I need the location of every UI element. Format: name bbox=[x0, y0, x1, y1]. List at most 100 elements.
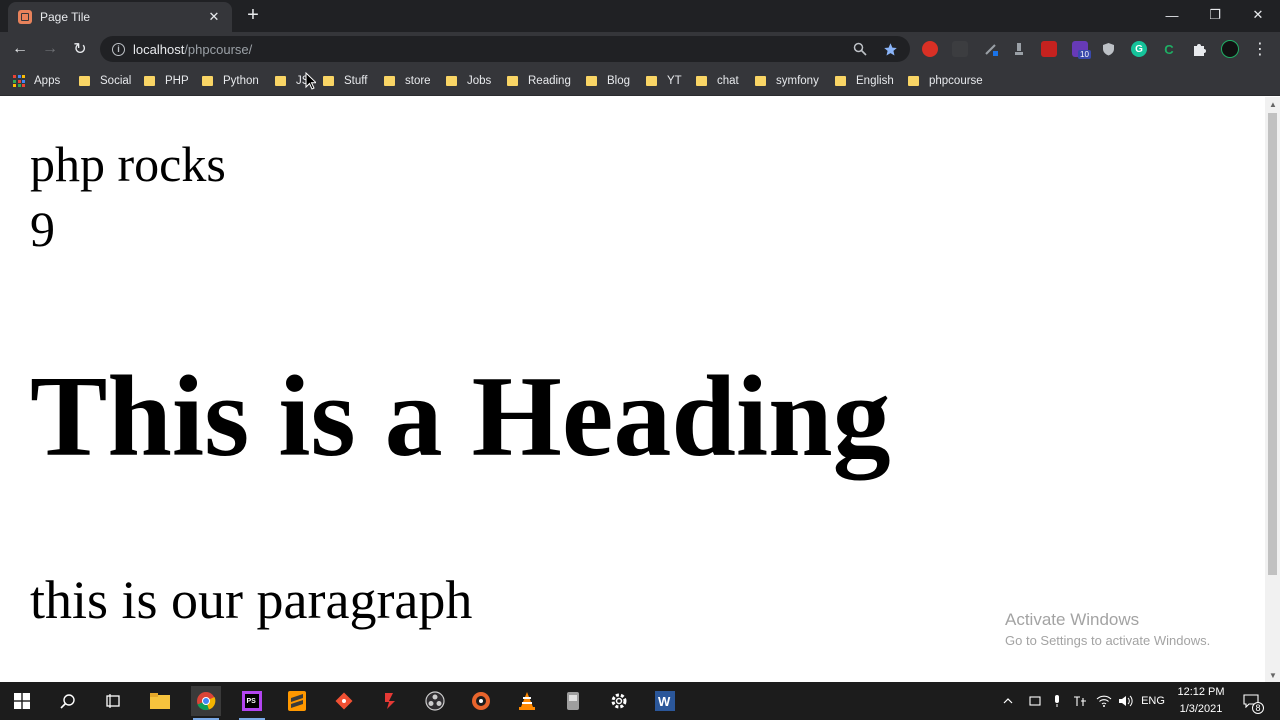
bookmarks-bar: Apps Social PHP Python JS Stuff store Jo… bbox=[0, 66, 1280, 96]
url-path: /phpcourse/ bbox=[184, 41, 253, 57]
bookmark-label: Reading bbox=[528, 75, 571, 87]
language-indicator[interactable]: ENG bbox=[1140, 695, 1166, 707]
bookmark-star-icon[interactable] bbox=[882, 41, 898, 57]
page-text-line: php rocks bbox=[30, 136, 226, 192]
task-view-icon[interactable] bbox=[98, 686, 128, 716]
profile-avatar-icon[interactable] bbox=[1221, 40, 1239, 58]
pen-extension-icon[interactable] bbox=[983, 41, 999, 57]
bookmark-folder[interactable]: Stuff bbox=[323, 72, 367, 90]
media-icon[interactable] bbox=[466, 686, 496, 716]
bookmark-folder[interactable]: chat bbox=[696, 72, 739, 90]
notification-center-icon[interactable]: 8 bbox=[1238, 686, 1264, 716]
bookmark-label: Apps bbox=[34, 75, 61, 87]
chrome-icon[interactable] bbox=[191, 686, 221, 720]
red-shield-extension-icon[interactable] bbox=[922, 41, 938, 57]
file-explorer-icon[interactable] bbox=[145, 686, 175, 716]
zoom-icon[interactable] bbox=[852, 41, 868, 57]
bookmark-label: Blog bbox=[607, 75, 631, 87]
folder-icon bbox=[384, 76, 395, 86]
close-window-button[interactable]: ✕ bbox=[1236, 0, 1280, 30]
close-tab-icon[interactable]: ✕ bbox=[206, 9, 222, 25]
red-book-extension-icon[interactable] bbox=[1041, 41, 1057, 57]
input-method-icon[interactable] bbox=[1069, 686, 1091, 716]
bookmark-apps[interactable]: Apps bbox=[13, 72, 60, 90]
activate-windows-watermark: Activate Windows Go to Settings to activ… bbox=[1005, 610, 1210, 648]
bookmark-folder[interactable]: English bbox=[835, 72, 894, 90]
puzzle-extensions-icon[interactable] bbox=[1191, 41, 1207, 57]
bookmark-label: YT bbox=[667, 75, 682, 87]
scroll-down-arrow-icon[interactable]: ▼ bbox=[1269, 671, 1277, 680]
page-scrollbar[interactable]: ▲ ▼ bbox=[1265, 97, 1280, 683]
bookmark-label: Social bbox=[100, 75, 132, 87]
bookmark-label: chat bbox=[717, 75, 739, 87]
bookmark-folder[interactable]: YT bbox=[646, 72, 682, 90]
volume-icon[interactable] bbox=[1115, 686, 1137, 716]
svg-text:PS: PS bbox=[247, 698, 257, 705]
search-icon[interactable] bbox=[53, 686, 83, 716]
forward-button[interactable]: → bbox=[38, 37, 62, 61]
bookmark-folder[interactable]: Jobs bbox=[446, 72, 491, 90]
bookmark-folder[interactable]: Reading bbox=[507, 72, 571, 90]
site-info-icon[interactable]: i bbox=[112, 42, 125, 56]
folder-icon bbox=[275, 76, 286, 86]
chevron-up-icon[interactable] bbox=[998, 686, 1018, 716]
sublime-text-icon[interactable] bbox=[282, 686, 312, 716]
app-red-icon[interactable] bbox=[375, 686, 405, 716]
reload-button[interactable]: ↻ bbox=[68, 37, 92, 61]
clock-time[interactable]: 12:12 PM bbox=[1172, 686, 1230, 698]
bookmark-folder[interactable]: Python bbox=[202, 72, 259, 90]
minimize-button[interactable]: — bbox=[1150, 0, 1194, 30]
bookmark-folder[interactable]: PHP bbox=[144, 72, 189, 90]
vlc-icon[interactable] bbox=[512, 686, 542, 716]
c-extension-icon[interactable]: C bbox=[1161, 41, 1177, 57]
url-host: localhost bbox=[133, 41, 185, 57]
phpstorm-icon[interactable]: PS bbox=[237, 686, 267, 720]
microphone-icon[interactable] bbox=[1047, 686, 1067, 716]
bookmark-label: phpcourse bbox=[929, 75, 983, 87]
tab-title: Page Tile bbox=[40, 10, 91, 24]
watermark-subtitle: Go to Settings to activate Windows. bbox=[1005, 633, 1211, 648]
windows-start-icon[interactable] bbox=[7, 686, 37, 716]
address-bar[interactable]: i localhost/phpcourse/ bbox=[100, 36, 910, 62]
wifi-icon[interactable] bbox=[1093, 686, 1115, 716]
lamp-extension-icon[interactable] bbox=[1011, 41, 1027, 57]
browser-tab[interactable]: Page Tile ✕ bbox=[8, 2, 232, 32]
shield-extension-icon[interactable] bbox=[1100, 41, 1116, 57]
scroll-up-arrow-icon[interactable]: ▲ bbox=[1269, 100, 1277, 109]
windows-taskbar: PS W ENG 12:12 PM 1/3/2021 8 bbox=[0, 682, 1280, 720]
obs-icon[interactable] bbox=[420, 686, 450, 716]
clock-date[interactable]: 1/3/2021 bbox=[1172, 703, 1230, 715]
scrollbar-thumb[interactable] bbox=[1268, 113, 1277, 575]
bookmark-folder[interactable]: store bbox=[384, 72, 431, 90]
page-number-output: 9 bbox=[30, 201, 55, 257]
git-icon[interactable] bbox=[329, 686, 359, 716]
purple-extension-icon[interactable]: 10 bbox=[1072, 41, 1091, 59]
watermark-title: Activate Windows bbox=[1005, 610, 1140, 629]
svg-text:W: W bbox=[658, 694, 671, 709]
apps-grid-icon bbox=[13, 75, 25, 87]
folder-icon bbox=[646, 76, 657, 86]
bookmark-folder[interactable]: Blog bbox=[586, 72, 630, 90]
notification-count-badge: 8 bbox=[1252, 702, 1264, 714]
tab-strip: Page Tile ✕ + — ❐ ✕ bbox=[0, 0, 1280, 32]
bookmark-folder[interactable]: phpcourse bbox=[908, 72, 983, 90]
folder-icon bbox=[755, 76, 766, 86]
folder-icon bbox=[696, 76, 707, 86]
bookmark-folder[interactable]: Social bbox=[79, 72, 131, 90]
bookmark-label: symfony bbox=[776, 75, 819, 87]
back-button[interactable]: ← bbox=[8, 37, 32, 61]
folder-icon bbox=[323, 76, 334, 86]
settings-icon[interactable] bbox=[604, 686, 634, 716]
printer-icon[interactable] bbox=[558, 686, 588, 716]
bookmark-label: Python bbox=[223, 75, 259, 87]
grammarly-extension-icon[interactable]: G bbox=[1131, 41, 1147, 57]
folder-icon bbox=[507, 76, 518, 86]
gray-extension-icon[interactable] bbox=[952, 41, 968, 57]
menu-kebab-icon[interactable]: ⋮ bbox=[1252, 41, 1268, 58]
word-icon[interactable]: W bbox=[650, 686, 680, 716]
bookmark-folder[interactable]: symfony bbox=[755, 72, 819, 90]
device-icon[interactable] bbox=[1025, 686, 1045, 716]
restore-button[interactable]: ❐ bbox=[1193, 0, 1237, 30]
folder-icon bbox=[202, 76, 213, 86]
new-tab-button[interactable]: + bbox=[243, 5, 263, 26]
